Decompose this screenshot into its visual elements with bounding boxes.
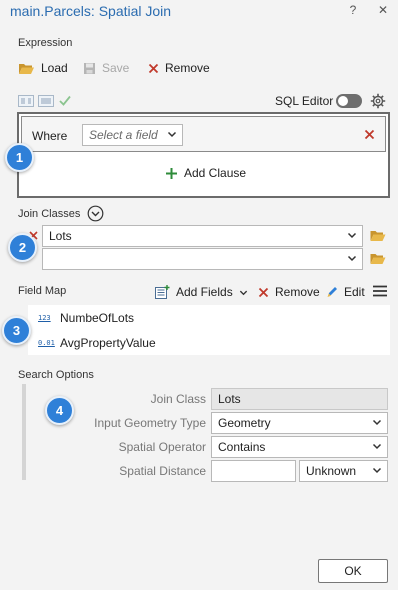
expand-collapse-icon[interactable] [87,205,104,222]
callout-badge-4: 4 [45,396,74,425]
add-fields-label: Add Fields [176,285,233,299]
input-geometry-value: Geometry [218,416,271,430]
chevron-down-icon [167,131,177,138]
where-label: Where [32,129,68,143]
callout-badge-2: 2 [8,233,37,262]
chevron-down-icon [239,290,247,295]
spatial-operator-label: Spatial Operator [118,440,206,454]
sql-mode-icon[interactable] [38,95,54,107]
folder-open-icon [19,63,34,74]
spatial-operator-value: Contains [218,440,266,454]
remove-expression-button[interactable]: Remove [148,61,210,75]
input-geometry-select[interactable]: Geometry [211,412,388,434]
menu-icon[interactable] [373,285,387,297]
spatial-distance-label: Spatial Distance [119,464,206,478]
remove-clause-icon[interactable] [364,129,375,140]
verify-check-icon[interactable] [59,95,71,106]
chevron-down-icon [372,467,382,474]
save-label: Save [102,61,130,75]
double-type-icon: 0.01 [38,339,55,347]
field-select[interactable]: Select a field [82,124,183,146]
add-clause-button[interactable]: Add Clause [165,166,246,180]
spatial-distance-input[interactable] [211,460,296,482]
join-class-value-1: Lots [49,229,72,243]
group-indent-bar [22,384,26,480]
sql-editor-toggle[interactable] [336,94,362,108]
remove-field-button[interactable]: Remove [258,285,320,299]
browse-folder-icon[interactable] [370,230,386,242]
integer-type-icon: 123 [38,314,51,322]
field-name: NumbeOfLots [60,311,135,325]
input-geometry-label: Input Geometry Type [94,416,206,430]
field-map-label: Field Map [18,285,67,297]
expression-label: Expression [18,37,73,49]
callout-badge-1: 1 [5,143,34,172]
remove-x-icon [258,287,269,297]
field-name: AvgPropertyValue [60,336,156,350]
save-button[interactable]: Save [83,61,129,75]
spatial-operator-select[interactable]: Contains [211,436,388,458]
browse-folder-icon[interactable] [370,253,386,265]
field-list-item[interactable]: 123 NumbeOfLots [38,311,134,325]
chevron-down-icon [347,232,357,239]
distance-unit-select[interactable]: Unknown [299,460,388,482]
gear-icon[interactable] [370,93,386,109]
distance-unit-value: Unknown [306,464,357,478]
save-icon [84,62,95,74]
remove-field-label: Remove [275,285,320,299]
search-options-label: Search Options [18,369,94,381]
remove-label: Remove [165,61,210,75]
callout-badge-3: 3 [2,316,31,345]
remove-x-icon [148,63,159,73]
sql-editor-label: SQL Editor [275,94,334,108]
join-class-readonly: Lots [211,388,388,410]
join-class-readonly-value: Lots [218,392,241,406]
toggle-knob [338,96,348,106]
chevron-down-icon [372,419,382,426]
join-class-select-1[interactable]: Lots [42,225,363,247]
chevron-down-icon [347,255,357,262]
plus-icon [166,167,177,179]
where-clause-row[interactable] [21,116,386,152]
help-button[interactable]: ? [346,3,360,17]
join-class-option-label: Join Class [150,392,206,406]
add-fields-icon [155,285,170,299]
field-select-placeholder: Select a field [89,128,158,142]
field-list-item[interactable]: 0.01 AvgPropertyValue [38,336,156,350]
add-fields-button[interactable]: Add Fields [155,285,248,299]
edit-field-label: Edit [344,285,365,299]
add-clause-label: Add Clause [184,166,247,180]
load-button[interactable]: Load [18,61,68,75]
load-label: Load [41,61,68,75]
clause-mode-icon[interactable] [18,95,34,107]
window-title: main.Parcels: Spatial Join [10,3,172,19]
ok-button[interactable]: OK [318,559,388,583]
join-classes-label: Join Classes [18,208,81,220]
join-class-select-2[interactable] [42,248,363,270]
edit-field-button[interactable]: Edit [326,285,365,299]
chevron-down-icon [372,443,382,450]
pencil-icon [327,287,337,297]
close-button[interactable]: ✕ [376,3,390,17]
